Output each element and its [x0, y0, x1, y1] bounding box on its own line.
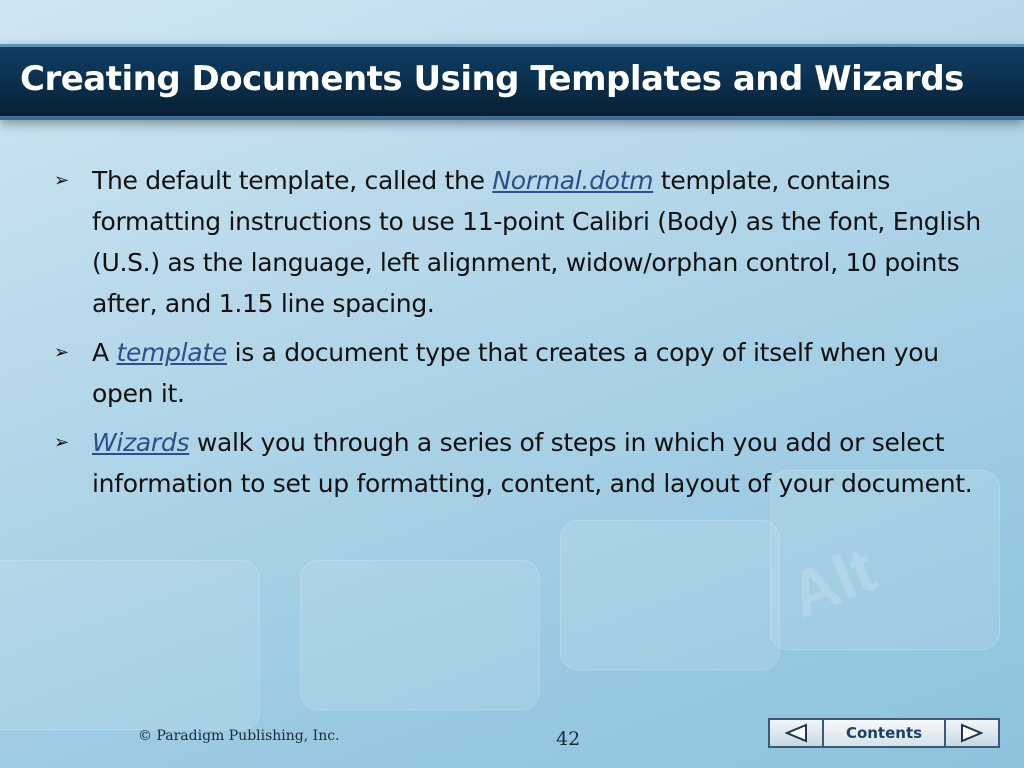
- triangle-left-icon: [784, 723, 807, 743]
- slide-title: Creating Documents Using Templates and W…: [20, 59, 964, 99]
- triangle-right-icon: [961, 723, 984, 743]
- bullet-text-pre: The default template, called the: [92, 166, 493, 195]
- footer-copyright: © Paradigm Publishing, Inc.: [138, 728, 340, 744]
- contents-button[interactable]: Contents: [824, 718, 944, 748]
- background-key-shape: [0, 560, 260, 730]
- page-number: 42: [556, 728, 581, 750]
- term-link-wizards[interactable]: Wizards: [92, 428, 189, 457]
- bullet-text-post: walk you through a series of steps in wh…: [92, 428, 973, 498]
- term-link-template[interactable]: template: [116, 338, 227, 367]
- next-slide-button[interactable]: [944, 718, 1000, 748]
- bullet-item-wizards: ➢ Wizards walk you through a series of s…: [54, 422, 994, 504]
- arrow-bullet-icon: ➢: [54, 432, 69, 453]
- bullet-item-template: ➢ A template is a document type that cre…: [54, 332, 994, 414]
- slide-navigation: Contents: [768, 718, 1000, 748]
- background-key-shape: [300, 560, 540, 710]
- bullet-list: ➢ The default template, called the Norma…: [54, 160, 994, 512]
- bullet-item-normal-dotm: ➢ The default template, called the Norma…: [54, 160, 994, 324]
- term-link-normal-dotm[interactable]: Normal.dotm: [492, 166, 653, 195]
- arrow-bullet-icon: ➢: [54, 342, 69, 363]
- previous-slide-button[interactable]: [768, 718, 824, 748]
- title-bar: Creating Documents Using Templates and W…: [0, 44, 1024, 120]
- bullet-text-pre: A: [92, 338, 117, 367]
- background-key-shape: [560, 520, 780, 670]
- arrow-bullet-icon: ➢: [54, 170, 69, 191]
